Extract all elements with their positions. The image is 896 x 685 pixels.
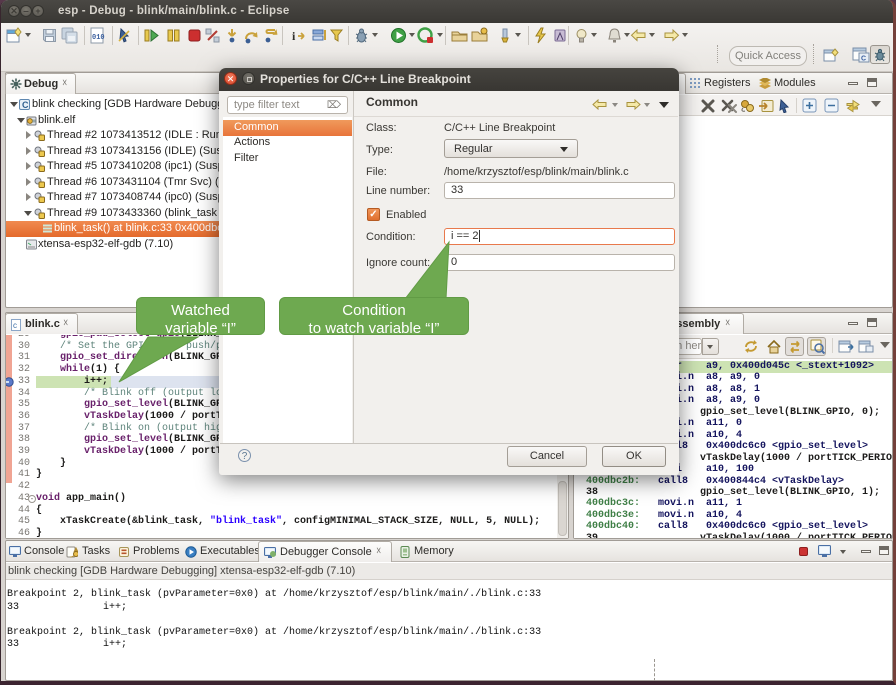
svg-text:C: C (22, 100, 29, 110)
svg-text:010: 010 (92, 34, 105, 42)
svg-text:c: c (13, 321, 17, 330)
svg-text:i: i (292, 29, 296, 43)
svg-text:C: C (861, 56, 866, 63)
